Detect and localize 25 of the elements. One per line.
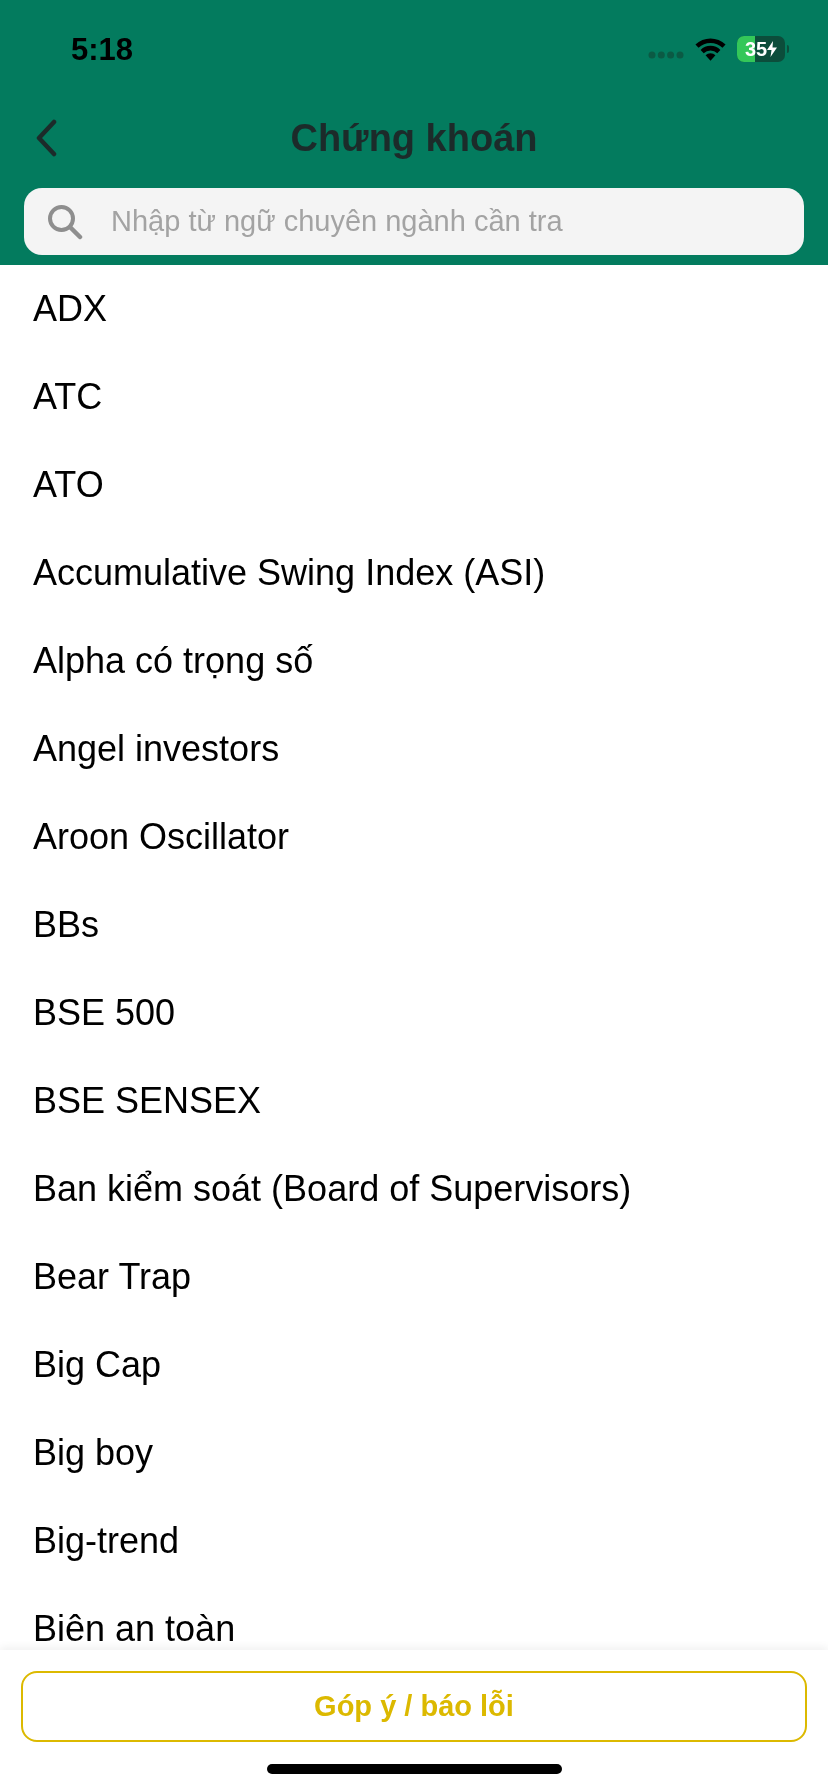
- term-list-item[interactable]: Ban kiểm soát (Board of Supervisors): [33, 1169, 632, 1209]
- page-title: Chứng khoán: [289, 119, 539, 157]
- back-chevron-icon: [34, 119, 58, 157]
- cellular-signal-icon: [648, 51, 684, 59]
- wifi-icon: [694, 37, 727, 61]
- term-list-item[interactable]: BBs: [33, 905, 100, 945]
- term-list-item[interactable]: BSE 500: [33, 993, 176, 1033]
- term-list-item[interactable]: Big Cap: [33, 1345, 162, 1385]
- bolt-icon: [767, 41, 778, 57]
- search-icon: [47, 204, 83, 240]
- term-list-item[interactable]: Biên an toàn: [33, 1609, 236, 1649]
- term-list-item[interactable]: Big boy: [33, 1433, 154, 1473]
- term-list-item[interactable]: Angel investors: [33, 729, 280, 769]
- term-list-item[interactable]: ATO: [33, 465, 104, 505]
- term-list-item[interactable]: Alpha có trọng số: [33, 641, 314, 681]
- term-list-item[interactable]: Big-trend: [33, 1521, 180, 1561]
- term-list-item[interactable]: ATC: [33, 377, 103, 417]
- search-field[interactable]: Nhập từ ngữ chuyên ngành cần tra: [24, 188, 804, 255]
- term-list-item[interactable]: BSE SENSEX: [33, 1081, 262, 1121]
- term-list-item[interactable]: Accumulative Swing Index (ASI): [33, 553, 546, 593]
- status-time: 5:18: [71, 33, 134, 65]
- term-list-item[interactable]: Aroon Oscillator: [33, 817, 290, 857]
- term-list-item[interactable]: Bear Trap: [33, 1257, 192, 1297]
- term-list-item[interactable]: ADX: [33, 289, 108, 329]
- battery-percentage: 35: [744, 39, 768, 59]
